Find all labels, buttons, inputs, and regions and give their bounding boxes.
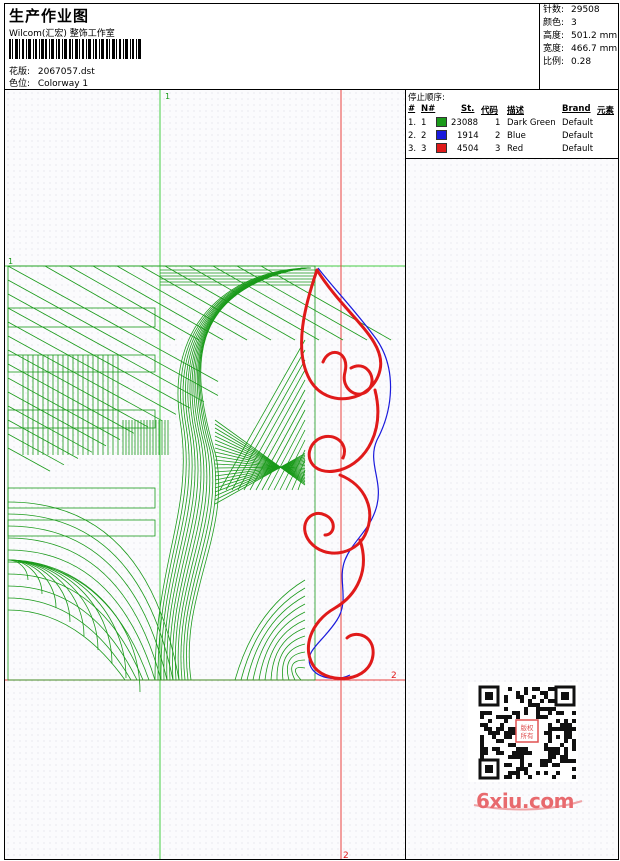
stop-row[interactable]: 3. 3 4504 3 Red Default (406, 143, 618, 156)
stop-row[interactable]: 1. 1 23088 1 Dark Green Default (406, 117, 618, 130)
colorway-label: 色位: (9, 79, 31, 89)
col-brand: Brand (562, 104, 591, 114)
col-description: 描述 (507, 106, 525, 116)
guide-label-top: 1 (165, 92, 170, 101)
guide-label-right: 2 (391, 671, 397, 681)
stats-box: 针数: 29508 颜色: 3 高度: 501.2 mm 宽度: 466.7 mm 比例… (539, 4, 619, 89)
stat-colors: 颜色: 3 (543, 18, 577, 28)
guide-label-left: 1 (8, 257, 13, 266)
color-swatch-red (436, 143, 447, 153)
svg-text:所有: 所有 (521, 731, 535, 740)
qr-code-image: 版权 所有 (468, 682, 578, 782)
guide-label-bottom: 2 (343, 851, 349, 859)
colorway-value: Colorway 1 (37, 79, 89, 89)
embroidery-preview: 1 1 2 2 (5, 90, 405, 859)
watermark-brand-text: 6xiu.com (476, 789, 574, 813)
red-curl-2 (307, 388, 380, 473)
green-horizontal-bars (7, 307, 156, 537)
barcode-image (9, 39, 141, 59)
color-swatch-green (436, 117, 447, 127)
col-needle: N# (421, 104, 436, 114)
red-curl-1 (321, 350, 374, 396)
colorway-line: 色位: Colorway 1 (9, 76, 88, 89)
col-stitches: St. (461, 104, 475, 114)
green-diagonal-fill (7, 265, 392, 472)
stat-scale: 比例: 0.28 (543, 57, 592, 67)
stat-width: 宽度: 466.7 mm (543, 44, 618, 54)
design-canvas[interactable]: 1 1 2 2 (5, 90, 406, 859)
green-fan-fill (214, 339, 306, 681)
col-code: 代码 (481, 106, 499, 116)
stop-sequence-title: 停止顺序: (408, 93, 445, 103)
qr-stamp-text: 版权 (521, 723, 535, 732)
color-swatch-blue (436, 130, 447, 140)
stop-row[interactable]: 2. 2 1914 2 Blue Default (406, 130, 618, 143)
green-stitch-layer (7, 265, 392, 693)
stat-stitches: 针数: 29508 (543, 5, 600, 15)
col-element: 元素 (597, 106, 615, 116)
stat-height: 高度: 501.2 mm (543, 31, 618, 41)
col-index: # (408, 104, 416, 114)
studio-subtitle: Wilcom(汇宏) 整饰工作室 (9, 29, 115, 39)
page-title: 生产作业图 (9, 7, 90, 25)
stop-sequence-table: 停止顺序: # N# St. 代码 描述 Brand 元素 1. 1 23088… (406, 90, 618, 159)
sheet-header: 生产作业图 Wilcom(汇宏) 整饰工作室 花版: 2067057.dst 色… (5, 4, 618, 90)
